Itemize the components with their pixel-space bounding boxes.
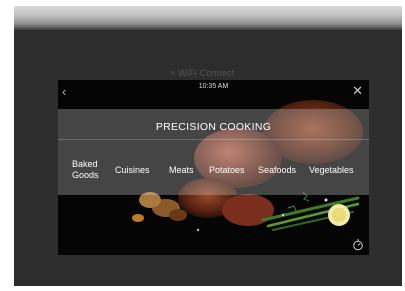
close-button[interactable]: ✕ (352, 84, 363, 97)
category-seafoods[interactable]: Seafoods (258, 165, 296, 176)
close-icon: ✕ (352, 83, 363, 98)
category-cuisines[interactable]: Cuisines (115, 165, 150, 176)
category-baked-goods[interactable]: Baked Goods (72, 159, 99, 181)
page-title: PRECISION COOKING (155, 121, 272, 133)
wifi-icon: ≈ (170, 68, 176, 78)
category-potatoes[interactable]: Potatoes (209, 165, 245, 176)
device-bezel (14, 6, 402, 30)
oven-device: ≈ WiFi Connect 10:35 AM ‹ ✕ PRECISION CO… (0, 0, 405, 291)
touch-screen: 10:35 AM ‹ ✕ PRECISION COOKING Baked Goo… (58, 80, 369, 255)
divider (58, 139, 369, 140)
timer-icon[interactable] (352, 239, 364, 251)
wifi-connect-label: ≈ WiFi Connect (170, 68, 235, 78)
back-button[interactable]: ‹ (62, 85, 66, 98)
category-meats[interactable]: Meats (169, 165, 194, 176)
category-vegetables[interactable]: Vegetables (309, 165, 354, 176)
chevron-left-icon: ‹ (62, 84, 67, 99)
clock: 10:35 AM (198, 83, 229, 90)
